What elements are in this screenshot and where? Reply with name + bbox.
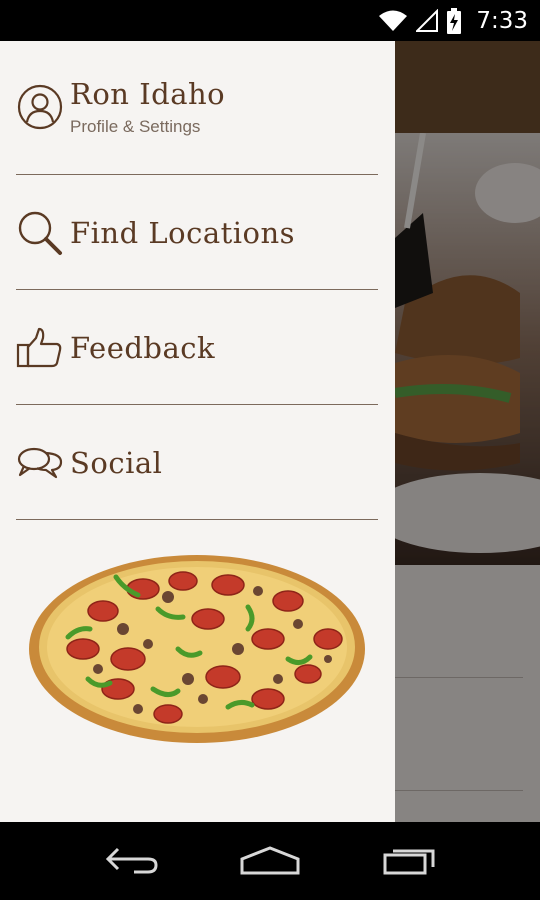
user-icon xyxy=(16,83,64,131)
thumbs-up-icon xyxy=(16,324,64,372)
drawer-item-label: Feedback xyxy=(70,331,216,365)
chat-bubbles-icon xyxy=(16,439,64,487)
status-bar: 7:33 xyxy=(0,0,540,41)
divider xyxy=(16,404,378,405)
pizza-image xyxy=(29,555,365,743)
drawer-item-social[interactable]: Social xyxy=(16,437,378,489)
back-button[interactable] xyxy=(100,840,164,880)
drawer-item-feedback[interactable]: Feedback xyxy=(16,322,378,374)
profile-subtitle: Profile & Settings xyxy=(70,117,201,136)
search-icon xyxy=(16,209,64,257)
status-time: 7:33 xyxy=(476,8,528,34)
recent-apps-button[interactable] xyxy=(378,840,442,880)
drawer-item-label: Social xyxy=(70,446,163,480)
divider xyxy=(16,289,378,290)
system-nav-bar xyxy=(0,822,540,900)
back-icon xyxy=(105,847,158,874)
divider xyxy=(16,174,378,175)
wifi-icon xyxy=(379,10,408,31)
home-icon xyxy=(240,846,300,875)
drawer-item-label: Find Locations xyxy=(70,216,296,250)
profile-name: Ron Idaho xyxy=(70,77,226,111)
signal-icon xyxy=(416,9,439,32)
divider xyxy=(16,519,378,520)
drawer-item-profile[interactable]: Ron Idaho Profile & Settings xyxy=(16,77,378,136)
drawer-item-find-locations[interactable]: Find Locations xyxy=(16,207,378,259)
status-icons: 7:33 xyxy=(378,6,528,36)
navigation-drawer: Ron Idaho Profile & Settings Find Locati… xyxy=(0,41,395,822)
home-button[interactable] xyxy=(238,840,302,880)
battery-charging-icon xyxy=(447,8,462,34)
recent-apps-icon xyxy=(383,849,435,875)
